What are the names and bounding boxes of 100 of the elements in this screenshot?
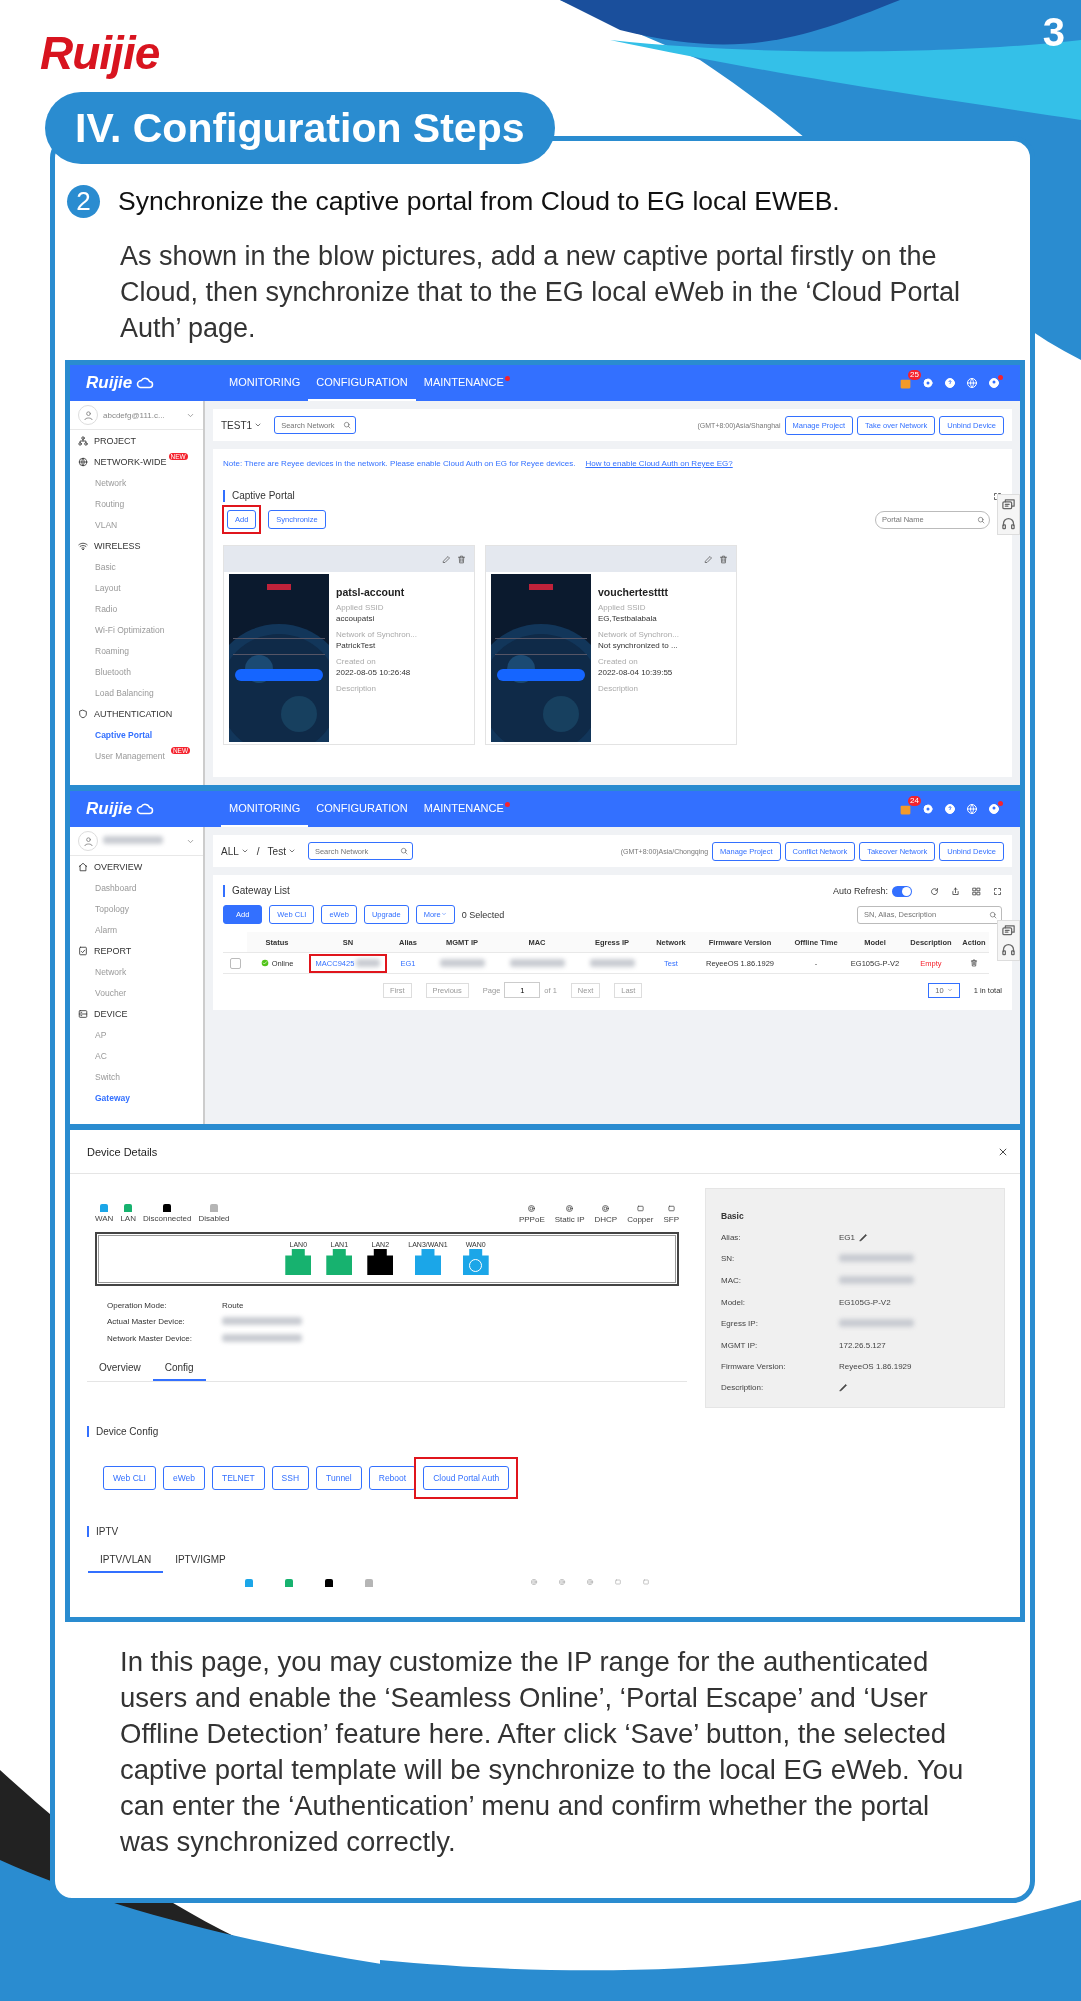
config-button[interactable]: eWeb [162,1466,205,1490]
menu-icon [78,708,88,719]
info-value: 172.26.5.127 [839,1341,886,1350]
menu-item[interactable]: AC [70,1045,113,1066]
menu-item[interactable]: Radio [70,598,124,619]
menu-group[interactable]: PROJECT [94,435,136,446]
menu-group[interactable]: REPORT [94,945,132,956]
user-icon [988,377,1000,389]
help-icon [944,377,956,389]
legend-swatch [245,1579,253,1587]
menu-item[interactable]: Gateway [70,1087,136,1108]
field-label: Description [336,684,377,693]
menu-item[interactable]: Captive Portal [70,724,159,745]
brand-logo: Ruijie [40,26,160,80]
tab[interactable]: IPTV/VLAN [88,1550,164,1573]
menu-item[interactable]: Basic [70,556,122,577]
menu-item[interactable]: Load Balancing [70,682,160,703]
menu-item[interactable]: Topology [70,898,136,919]
nav-tab[interactable]: MONITORING [221,791,309,827]
menu-item[interactable]: AP [70,1024,113,1045]
panel-title: Basic [721,1211,745,1221]
search-icon [977,515,985,524]
info-value: EG105G-P-V2 [839,1298,891,1307]
nav-tab[interactable]: MONITORING [221,365,309,401]
circle-icon [527,1204,537,1213]
config-button[interactable]: Web CLI [103,1466,156,1490]
caret-icon [946,987,953,993]
info-label: Network Master Device: [107,1334,193,1344]
user-icon [82,409,94,421]
blurred-value [589,959,635,967]
menu-group[interactable]: AUTHENTICATION [94,708,173,719]
menu-item[interactable]: Voucher [70,982,133,1003]
project-select[interactable]: TEST1 [221,419,263,431]
search-icon [343,421,352,429]
group-select[interactable]: ALL [221,845,249,857]
config-button[interactable]: TELNET [212,1466,265,1490]
menu-item[interactable]: Routing [70,493,131,514]
legend-label: SFP [663,1215,679,1224]
grid-icon [972,886,981,896]
menu-item[interactable]: VLAN [70,514,124,535]
menu-item[interactable]: Alarm [70,919,124,940]
legend-label: WAN [95,1214,114,1223]
menu-group[interactable]: DEVICE [94,1008,128,1019]
menu-item[interactable]: Network [70,472,133,493]
breadcrumb-separator: / [256,845,260,857]
circle-icon [530,1578,538,1586]
legend-label: LAN [120,1214,136,1223]
menu-item[interactable]: Roaming [70,640,136,661]
field-value: 2022-08-05 10:26:48 [336,668,412,677]
menu-item[interactable]: Wi-Fi Optimization [70,619,171,640]
legend-swatch [285,1579,293,1587]
tab[interactable]: Config [152,1358,206,1381]
menu-item[interactable]: Network [70,961,133,982]
user-icon [988,803,1000,815]
config-button[interactable]: Cloud Portal Auth [423,1466,510,1490]
legend-label: Disconnected [142,1214,192,1223]
portal-card[interactable]: patsl-account Applied SSID accoupatsi Network of Synchron... PatrickTest Created on 2022-08-05 10:26:48 Description [223,545,475,745]
close-icon [998,1146,1008,1157]
config-button[interactable]: Tunnel [316,1466,362,1490]
help-link[interactable]: How to enable Cloud Auth on Reyee EG? [585,459,733,468]
menu-item[interactable]: Switch [70,1066,127,1087]
globe-icon [966,803,978,815]
menu-item[interactable]: User Management [70,745,171,766]
portal-name: vouchertestttt [598,586,669,598]
menu-item[interactable]: Dashboard [70,877,143,898]
tab[interactable]: IPTV/IGMP [163,1550,238,1573]
caret-icon [440,911,447,917]
auto-refresh-label: Auto Refresh: [832,886,888,896]
info-label: Model: [721,1298,746,1307]
note-text: Note: There are Reyee devices in the network. Please enable Cloud Auth on EG for Reyee devices. [223,459,576,468]
edit-icon [442,554,451,564]
project-select[interactable]: Test [267,845,296,857]
menu-item[interactable]: Layout [70,577,127,598]
portal-card[interactable]: vouchertestttt Applied SSID EG,Testbalabala Network of Synchron... Not synchronized to ... Created on 2022-08-04 10:39:55 Description [485,545,737,745]
menu-group[interactable]: WIRELESS [94,540,141,551]
field-label: Network of Synchron... [598,630,679,639]
account-name[interactable]: abcdefg@111.c... [103,410,165,420]
port-icon[interactable] [367,1249,394,1275]
row-checkbox[interactable] [229,957,241,969]
field-label: Applied SSID [598,603,647,612]
field-value: EG,Testbalabala [598,614,658,623]
info-label: MAC: [721,1276,742,1286]
legend-label: DHCP [594,1215,618,1224]
tab[interactable]: Overview [87,1358,153,1381]
info-label: Egress IP: [721,1319,759,1329]
config-button[interactable]: Reboot [368,1466,417,1490]
menu-group[interactable]: OVERVIEW [94,861,143,872]
auto-refresh-toggle[interactable] [892,885,912,897]
refresh-icon [930,886,939,896]
notification-count: 24 [908,795,921,806]
nav-tab[interactable]: CONFIGURATION [308,791,416,827]
menu-item[interactable]: Bluetooth [70,661,137,682]
menu-group[interactable]: NETWORK-WIDE [94,456,167,467]
nav-tab[interactable]: CONFIGURATION [308,365,416,401]
nav-tab[interactable]: MAINTENANCE [415,365,512,401]
config-button[interactable]: SSH [271,1466,310,1490]
field-value: 2022-08-04 10:39:55 [598,668,674,677]
portal-name: patsl-account [336,586,406,598]
nav-tab[interactable]: MAINTENANCE [415,791,512,827]
circle-icon [601,1204,611,1213]
